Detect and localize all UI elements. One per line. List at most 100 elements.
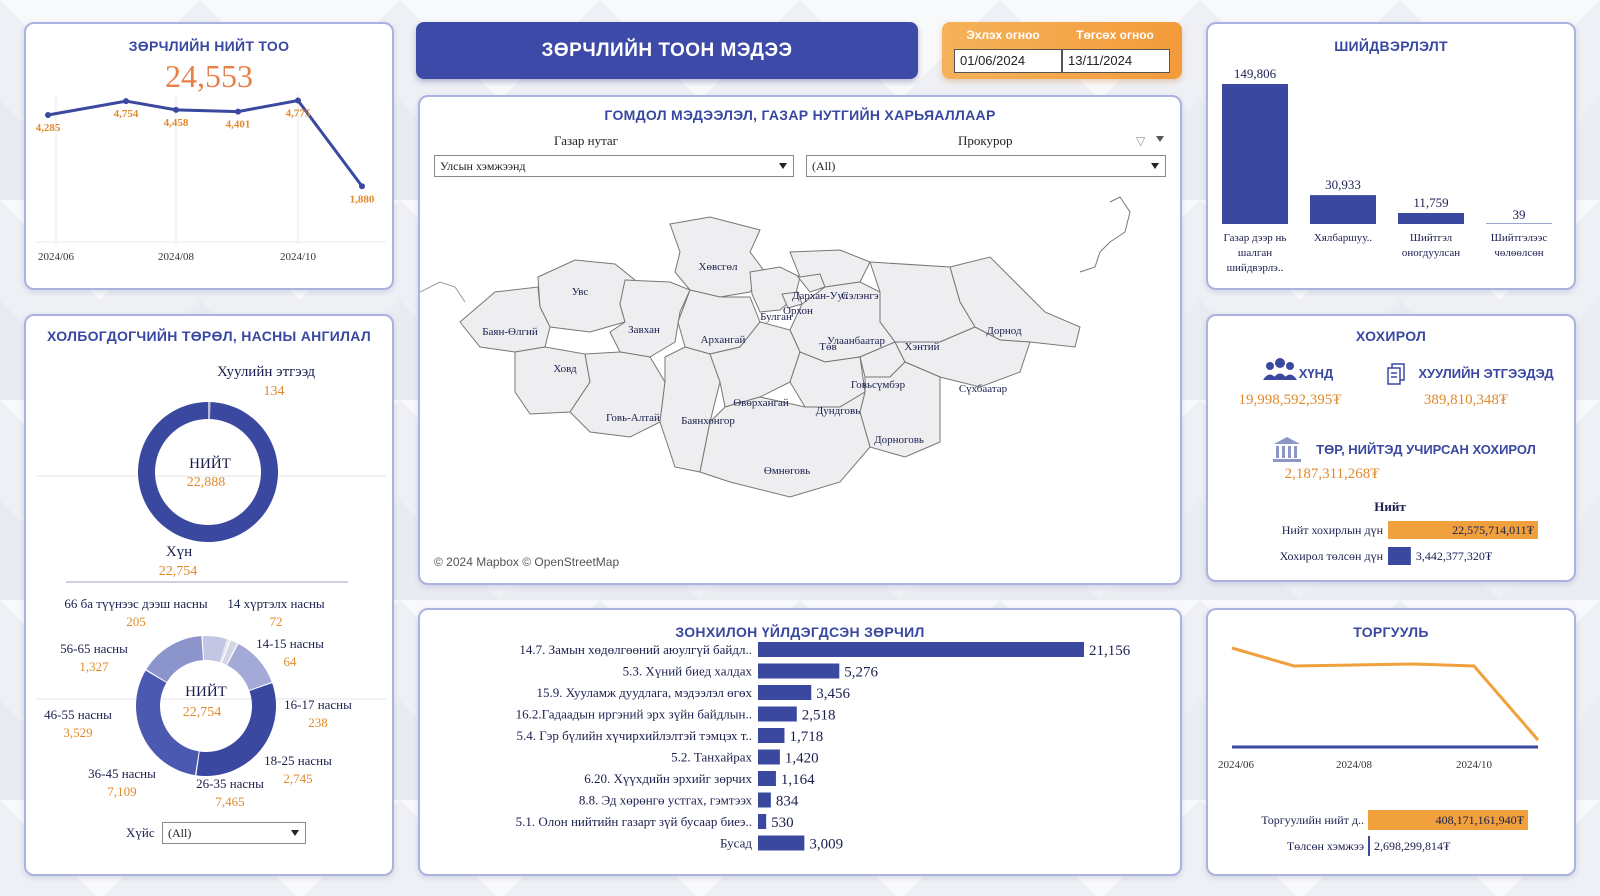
prosecutor-dropdown[interactable]: (All) — [806, 155, 1166, 177]
chevron-down-icon — [1151, 163, 1159, 169]
decision-label: шийдвэрлэ.. — [1227, 262, 1284, 274]
map-region-label: Сүхбаатар — [959, 383, 1008, 395]
fines-paid-label: Төлсөн хэмжээ — [1287, 839, 1364, 853]
fines-x-tick: 2024/08 — [1336, 759, 1373, 771]
violation-bar[interactable] — [758, 835, 805, 851]
violation-value: 834 — [776, 794, 799, 810]
damage-paid-bar[interactable] — [1388, 547, 1411, 565]
map-region-label: Дорнод — [986, 325, 1022, 337]
chevron-down-icon[interactable] — [1156, 136, 1164, 142]
decision-bar[interactable] — [1486, 223, 1552, 225]
damage-person-label: ХҮНД — [1299, 366, 1334, 381]
fines-x-tick: 2024/10 — [1456, 759, 1493, 771]
violations-card: ЗОНХИЛОН ҮЙЛДЭГДСЭН ЗӨРЧИЛ 14.7. Замын х… — [418, 608, 1182, 876]
region-dropdown[interactable]: Улсын хэмжээнд — [434, 155, 794, 177]
map-region-label: Хөвсгөл — [699, 261, 738, 273]
damage-legal-value: 389,810,348₮ — [1424, 392, 1508, 408]
age-value: 64 — [284, 654, 298, 669]
prosecutor-dropdown-value: (All) — [812, 159, 836, 173]
human-label: Хүн — [166, 544, 192, 560]
damage-person-value: 19,998,592,395₮ — [1239, 392, 1342, 408]
decision-bar[interactable] — [1398, 213, 1464, 224]
fines-paid-bar[interactable] — [1368, 836, 1370, 856]
decision-bar[interactable] — [1222, 84, 1288, 224]
damage-state-label: ТӨР, НИЙТЭД УЧИРСАН ХОХИРОЛ — [1316, 442, 1536, 457]
age-total-label: НИЙТ — [185, 683, 227, 700]
damage-paid-label: Хохирол төлсөн дүн — [1280, 549, 1384, 563]
decision-bar[interactable] — [1310, 195, 1376, 224]
map-region-label: Баянхонгор — [681, 415, 735, 427]
violation-bar[interactable] — [758, 642, 1084, 657]
total-point-label: 4,754 — [114, 108, 139, 120]
legal-entity-value: 134 — [264, 384, 285, 399]
age-label: 56-65 насны — [60, 641, 128, 656]
age-donut-segment[interactable] — [202, 636, 227, 663]
age-total-value: 22,754 — [183, 705, 222, 720]
fines-card: ТОРГУУЛЬ 2024/06 2024/08 2024/10 Торгуулий… — [1206, 608, 1576, 876]
age-value: 238 — [308, 715, 328, 730]
age-label: 66 ба түүнээс дээш насны — [64, 596, 208, 611]
type-total-value: 22,888 — [187, 475, 226, 490]
map-attribution: © 2024 Mapbox © OpenStreetMap — [434, 555, 620, 569]
violation-bar[interactable] — [758, 663, 840, 679]
type-donut-human[interactable] — [137, 402, 278, 542]
prosecutor-filter-label: Прокурор — [958, 133, 1013, 148]
gender-dropdown[interactable]: (All) — [162, 822, 306, 844]
violation-label: 5.2. Танхайрах — [671, 750, 752, 765]
age-label: 26-35 насны — [196, 776, 264, 791]
map-region-label: Дархан-Уул — [792, 290, 848, 302]
decision-label: Шийтгэлээс — [1491, 232, 1548, 244]
violation-bar[interactable] — [758, 771, 776, 786]
total-point-label: 4,401 — [226, 119, 251, 131]
violation-label: 14.7. Замын хөдөлгөөний аюулгүй байдл.. — [519, 642, 752, 657]
map-region-label: Ховд — [553, 363, 577, 375]
age-value: 1,327 — [79, 659, 109, 674]
fines-chart: 2024/06 2024/08 2024/10 Торгуулийн нийт д.… — [1218, 646, 1540, 856]
decision-label: Газар дээр нь — [1224, 232, 1287, 244]
decision-value: 39 — [1513, 207, 1526, 222]
violation-value: 21,156 — [1089, 643, 1131, 659]
fines-total-line — [1231, 646, 1540, 741]
age-value: 3,529 — [63, 725, 92, 740]
end-date-input[interactable]: 13/11/2024 — [1062, 49, 1170, 73]
chevron-down-icon — [291, 830, 299, 836]
violation-bar[interactable] — [758, 728, 785, 743]
start-date-input[interactable]: 01/06/2024 — [954, 49, 1062, 73]
fines-x-tick: 2024/06 — [1218, 759, 1255, 771]
damage-state-value: 2,187,311,268₮ — [1285, 466, 1380, 482]
map-region-label: Говь-Алтай — [606, 412, 660, 424]
map-region-label: Баян-Өлгий — [482, 326, 538, 338]
age-label: 14 хүртэлх насны — [227, 596, 325, 611]
age-donut-segment[interactable] — [146, 636, 203, 682]
total-point — [235, 108, 241, 115]
gender-dropdown-value: (All) — [168, 826, 192, 840]
filter-icon[interactable]: ▽ — [1136, 134, 1145, 149]
map-region-bayan-olgii[interactable] — [459, 286, 551, 353]
violation-bar[interactable] — [758, 814, 767, 829]
document-icon — [1387, 363, 1405, 385]
damage-total-label: Нийт хохирлын дүн — [1282, 523, 1384, 537]
damage-legal-label: ХУУЛИЙН ЭТГЭЭДЭД — [1418, 366, 1554, 381]
age-value: 205 — [126, 614, 146, 629]
violation-bar[interactable] — [758, 706, 797, 722]
violation-bar[interactable] — [758, 685, 812, 700]
damage-total-header: Нийт — [1374, 499, 1406, 514]
mongolia-map[interactable]: УвсХөвсгөлБаян-Өлгий ЗавханАрхангайБулган… — [420, 182, 1180, 582]
violation-value: 1,164 — [781, 772, 815, 788]
map-region-label: Төв — [819, 341, 836, 353]
government-building-icon — [1273, 437, 1301, 462]
age-label: 36-45 насны — [88, 766, 156, 781]
violation-label: 6.20. Хүүхдийн эрхийг зөрчих — [584, 771, 752, 786]
age-label: 46-55 насны — [44, 707, 112, 722]
start-date-label: Эхлэх огноо — [966, 28, 1040, 42]
violation-bar[interactable] — [758, 749, 780, 765]
age-value: 72 — [270, 614, 283, 629]
violation-bar[interactable] — [758, 792, 771, 808]
violations-bar-chart: 14.7. Замын хөдөлгөөний аюулгүй байдл.. 2… — [516, 642, 1131, 853]
people-icon — [1263, 358, 1297, 380]
total-point — [123, 98, 129, 105]
violation-label: 8.8. Эд хөрөнгө устгах, гэмтээх — [579, 793, 753, 808]
total-point-label: 4,285 — [36, 122, 61, 134]
gender-label: Хүйс — [126, 825, 155, 840]
decision-value: 149,806 — [1234, 66, 1277, 81]
